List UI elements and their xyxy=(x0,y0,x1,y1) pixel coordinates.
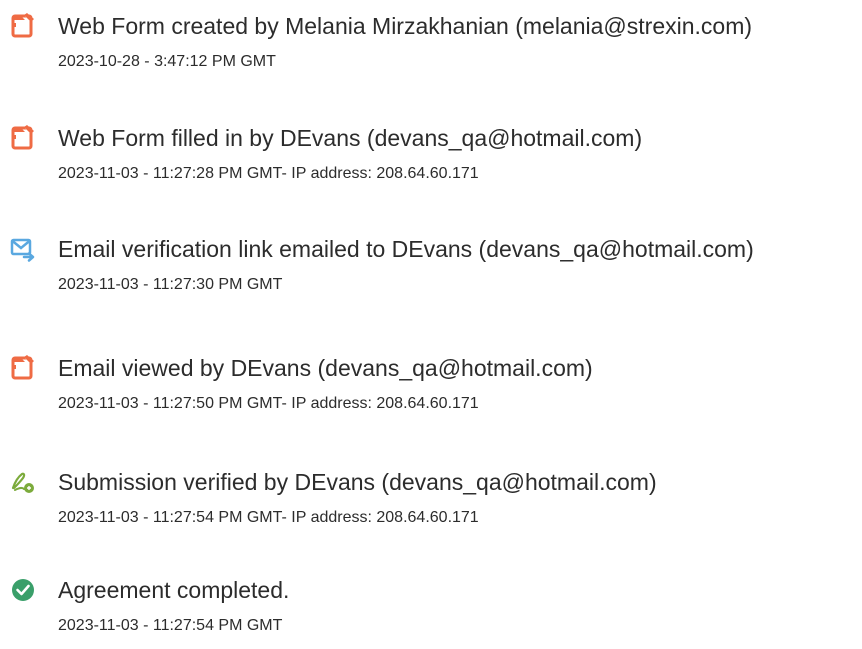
event-timestamp: 2023-10-28 - 3:47:12 PM GMT xyxy=(58,53,276,70)
document-edit-icon xyxy=(11,13,34,38)
email-send-icon xyxy=(10,238,35,262)
signature-verified-icon xyxy=(11,472,34,493)
event-timestamp: 2023-11-03 - 11:27:30 PM GMT xyxy=(58,276,283,293)
event-timestamp: 2023-11-03 - 11:27:50 PM GMT- IP address… xyxy=(58,395,479,412)
event-title: Email verification link emailed to DEvan… xyxy=(58,236,754,262)
event-timestamp: 2023-11-03 - 11:27:54 PM GMT xyxy=(58,617,283,634)
event-timestamp: 2023-11-03 - 11:27:28 PM GMT- IP address… xyxy=(58,165,479,182)
document-edit-icon xyxy=(11,125,34,150)
check-circle-icon xyxy=(12,579,34,601)
document-edit-icon xyxy=(11,355,34,380)
event-title: Email viewed by DEvans (devans_qa@hotmai… xyxy=(58,355,593,381)
event-title: Agreement completed. xyxy=(58,577,290,603)
event-title: Web Form filled in by DEvans (devans_qa@… xyxy=(58,125,643,151)
event-title: Submission verified by DEvans (devans_qa… xyxy=(58,469,657,495)
event-timestamp: 2023-11-03 - 11:27:54 PM GMT- IP address… xyxy=(58,509,479,526)
audit-trail: Web Form created by Melania Mirzakhanian… xyxy=(0,0,862,649)
event-title: Web Form created by Melania Mirzakhanian… xyxy=(58,13,753,39)
